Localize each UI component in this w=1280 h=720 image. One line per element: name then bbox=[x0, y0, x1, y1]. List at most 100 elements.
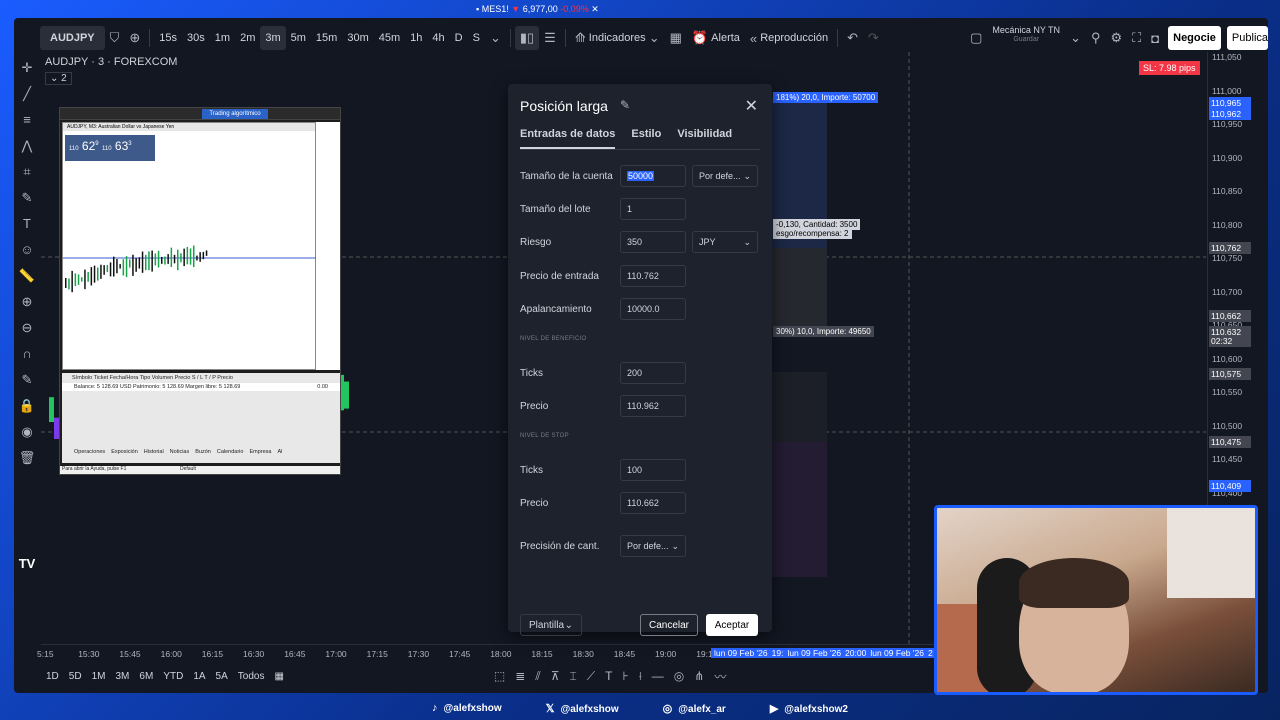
close-icon[interactable]: ✕ bbox=[745, 96, 758, 116]
algo-trading-button[interactable]: Trading algorítmico bbox=[202, 109, 268, 119]
frame-icon[interactable]: ⬚ bbox=[494, 669, 505, 683]
accept-button[interactable]: Aceptar bbox=[706, 614, 758, 636]
trade-button[interactable]: Negocie bbox=[1168, 26, 1221, 50]
range-3M[interactable]: 3M bbox=[116, 671, 130, 682]
fork-icon[interactable]: ⋔ bbox=[694, 669, 704, 683]
trash-icon[interactable]: 🗑 bbox=[19, 448, 36, 468]
text-icon[interactable]: T bbox=[605, 669, 612, 683]
mt4-tab[interactable]: Historial bbox=[144, 449, 164, 455]
range-YTD[interactable]: YTD bbox=[163, 671, 183, 682]
pencil-icon[interactable]: ✎ bbox=[620, 98, 630, 112]
wave-icon[interactable]: 〰 bbox=[714, 668, 726, 685]
chevron-down-icon[interactable]: ⌄ bbox=[485, 26, 506, 50]
search-icon[interactable]: ⚲ bbox=[1086, 26, 1106, 50]
range-6M[interactable]: 6M bbox=[139, 671, 153, 682]
range-1D[interactable]: 1D bbox=[46, 671, 59, 682]
add-symbol-icon[interactable]: ⊕ bbox=[124, 26, 145, 50]
text-icon[interactable]: T bbox=[23, 214, 31, 234]
range-Todos[interactable]: Todos bbox=[238, 671, 265, 682]
interval-D[interactable]: D bbox=[450, 26, 468, 50]
account-size-input[interactable]: 50000 bbox=[620, 165, 686, 187]
mt4-tab[interactable]: Buzón bbox=[195, 449, 211, 455]
interval-2m[interactable]: 2m bbox=[235, 26, 260, 50]
crosshair-icon[interactable]: ✛ bbox=[22, 58, 33, 78]
browser-tab[interactable]: ▪ MES1! ▼ 6,977,00 -0.09% ✕ bbox=[476, 4, 599, 15]
stop-ticks-input[interactable]: 100 bbox=[620, 459, 686, 481]
mt4-tab[interactable]: Noticias bbox=[170, 449, 190, 455]
lot-size-input[interactable]: 1 bbox=[620, 198, 686, 220]
interval-30m[interactable]: 30m bbox=[342, 26, 373, 50]
emoji-icon[interactable]: ☺ bbox=[20, 240, 33, 260]
compare-icon[interactable]: ⛉ bbox=[105, 26, 125, 50]
indicators-button[interactable]: ⟰ Indicadores ⌄ bbox=[570, 26, 665, 50]
risk-currency-select[interactable]: JPY ⌄ bbox=[692, 231, 758, 253]
interval-S[interactable]: S bbox=[468, 26, 485, 50]
text-tool-icon[interactable]: ⌶ bbox=[569, 669, 576, 684]
leverage-input[interactable]: 10000.0 bbox=[620, 298, 686, 320]
circle-icon[interactable]: ◎ bbox=[674, 669, 684, 683]
stop-price-input[interactable]: 110.662 bbox=[620, 492, 686, 514]
interval-1m[interactable]: 1m bbox=[210, 26, 235, 50]
lock-drawing-icon[interactable]: ✎ bbox=[22, 370, 33, 390]
eye-icon[interactable]: ◉ bbox=[21, 422, 32, 442]
interval-1h[interactable]: 1h bbox=[405, 26, 427, 50]
interval-15m[interactable]: 15m bbox=[311, 26, 342, 50]
lines-icon[interactable]: ≣ bbox=[515, 669, 525, 683]
chevron-down-icon[interactable]: ⌄ bbox=[1065, 26, 1086, 50]
publish-button[interactable]: Publica bbox=[1226, 26, 1268, 50]
interval-15s[interactable]: 15s bbox=[154, 26, 182, 50]
pattern-icon[interactable]: ⋀ bbox=[22, 136, 33, 156]
lock-icon[interactable]: 🔒 bbox=[19, 396, 35, 416]
candles-icon[interactable]: ▮▯ bbox=[514, 26, 540, 50]
range-1A[interactable]: 1A bbox=[193, 671, 205, 682]
tab-close-icon[interactable]: ✕ bbox=[591, 4, 599, 14]
projection-icon[interactable]: ⌗ bbox=[23, 162, 30, 182]
undo-icon[interactable]: ↶ bbox=[842, 26, 863, 50]
interval-30s[interactable]: 30s bbox=[182, 26, 210, 50]
magnet-icon[interactable]: ∩ bbox=[22, 344, 31, 364]
mt4-tab[interactable]: Operaciones bbox=[74, 449, 105, 455]
range-5D[interactable]: 5D bbox=[69, 671, 82, 682]
range-1M[interactable]: 1M bbox=[92, 671, 106, 682]
mt4-tab[interactable]: Calendario bbox=[217, 449, 244, 455]
profit-price-input[interactable]: 110.962 bbox=[620, 395, 686, 417]
mt4-tab[interactable]: Empresa bbox=[249, 449, 271, 455]
camera-icon[interactable]: ◘ bbox=[1146, 26, 1164, 50]
tab-style[interactable]: Estilo bbox=[631, 128, 661, 149]
symbol-search[interactable]: AUDJPY bbox=[40, 26, 105, 50]
fib-icon[interactable]: ⊼ bbox=[551, 669, 560, 683]
fib-icon[interactable]: ≡ bbox=[23, 110, 31, 130]
mt4-tab[interactable]: Exposición bbox=[111, 449, 138, 455]
mt4-tab[interactable]: Al bbox=[277, 449, 282, 455]
pin-icon[interactable]: ⊦ bbox=[622, 669, 628, 683]
interval-45m[interactable]: 45m bbox=[374, 26, 405, 50]
path-icon[interactable]: ⟋ bbox=[587, 669, 595, 684]
templates-icon[interactable]: ▦ bbox=[665, 26, 687, 50]
dash-icon[interactable]: — bbox=[652, 669, 664, 683]
redo-icon[interactable]: ↷ bbox=[863, 26, 884, 50]
zoom-in-icon[interactable]: ⊕ bbox=[22, 292, 33, 312]
template-button[interactable]: Plantilla ⌄ bbox=[520, 614, 582, 636]
entry-price-input[interactable]: 110.762 bbox=[620, 265, 686, 287]
calendar-icon[interactable]: ▦ bbox=[274, 671, 283, 682]
cancel-button[interactable]: Cancelar bbox=[640, 614, 698, 636]
replay-button[interactable]: « Reproducción bbox=[745, 26, 833, 50]
bar-style-icon[interactable]: ☰ bbox=[539, 26, 561, 50]
interval-3m[interactable]: 3m bbox=[260, 26, 286, 50]
channel-icon[interactable]: ⫽ bbox=[535, 669, 540, 684]
interval-4h[interactable]: 4h bbox=[427, 26, 449, 50]
measure-icon[interactable]: ⟊ bbox=[639, 669, 642, 684]
alert-button[interactable]: ⏰ Alerta bbox=[687, 26, 745, 50]
trend-line-icon[interactable]: ╱ bbox=[23, 84, 31, 104]
range-5A[interactable]: 5A bbox=[216, 671, 228, 682]
profit-ticks-input[interactable]: 200 bbox=[620, 362, 686, 384]
account-currency-select[interactable]: Por defe... ⌄ bbox=[692, 165, 758, 187]
interval-5m[interactable]: 5m bbox=[286, 26, 311, 50]
ruler-icon[interactable]: 📏 bbox=[19, 266, 35, 286]
risk-input[interactable]: 350 bbox=[620, 231, 686, 253]
brush-icon[interactable]: ✎ bbox=[22, 188, 33, 208]
zoom-out-icon[interactable]: ⊖ bbox=[22, 318, 33, 338]
tab-inputs[interactable]: Entradas de datos bbox=[520, 128, 616, 149]
settings-icon[interactable]: ⚙ bbox=[1106, 26, 1128, 50]
fullscreen-icon[interactable]: ⛶ bbox=[1127, 26, 1146, 50]
